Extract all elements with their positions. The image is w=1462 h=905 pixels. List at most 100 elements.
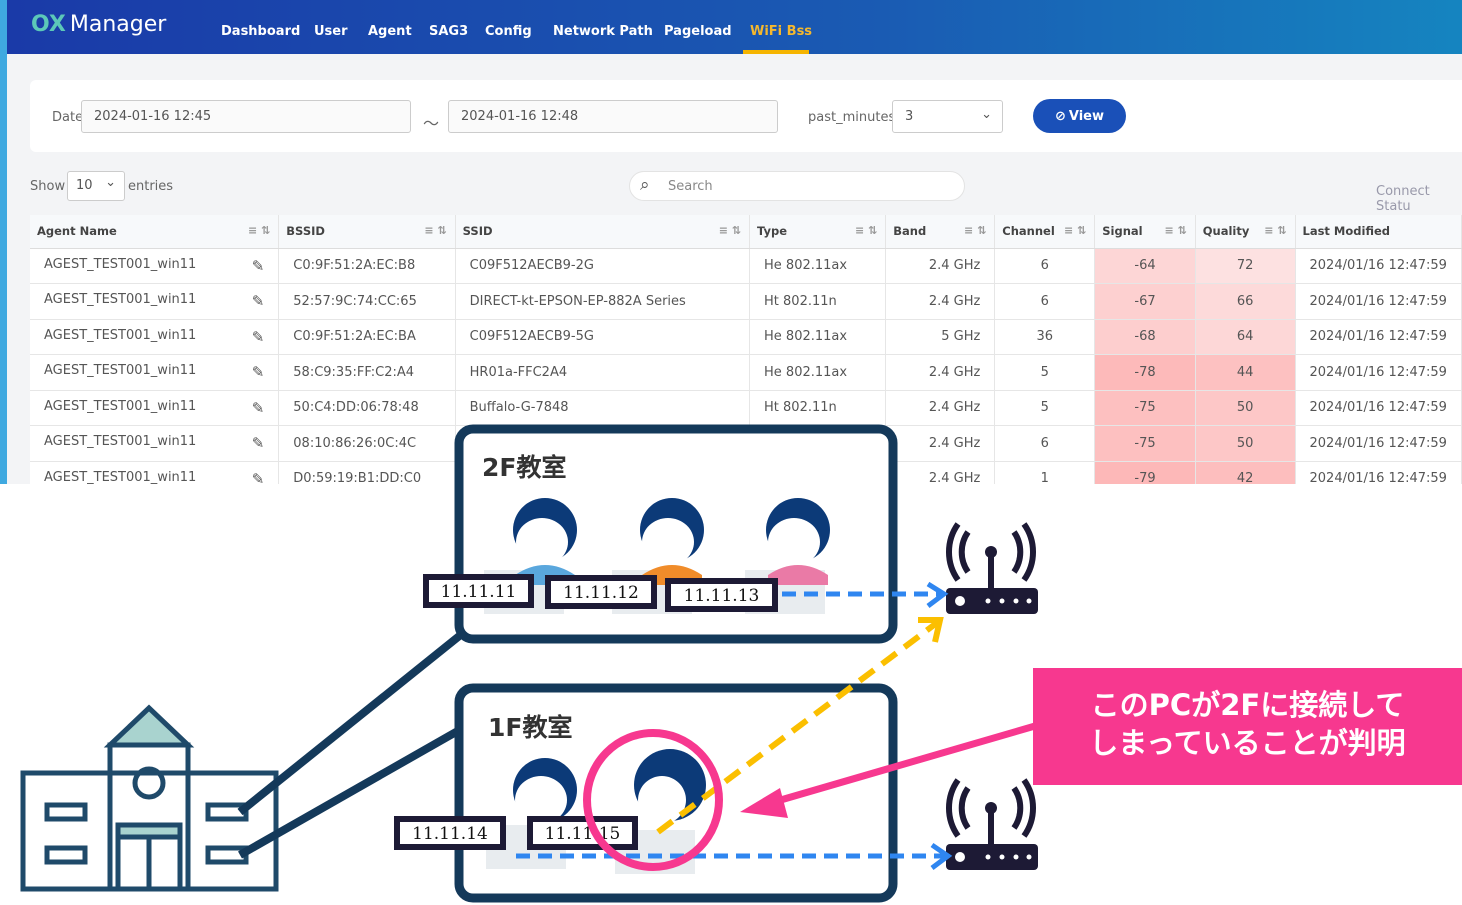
column-header[interactable]: Band ≡ ⇅ bbox=[885, 215, 996, 249]
column-header[interactable]: Agent Name ≡ ⇅ bbox=[30, 215, 280, 249]
table-row[interactable]: AGEST_TEST001_win11 ✎ D0:59:19:B1:DD:C0 2.4… bbox=[30, 461, 1462, 484]
table-cell: -75 bbox=[1094, 425, 1196, 462]
edit-icon[interactable]: ✎ bbox=[252, 328, 265, 346]
column-header[interactable]: Signal ≡ ⇅ bbox=[1094, 215, 1196, 249]
edit-icon[interactable]: ✎ bbox=[252, 363, 265, 381]
table-cell: 08:10:86:26:0C:4C bbox=[278, 425, 456, 462]
table-cell: 36 bbox=[994, 319, 1096, 355]
table-cell: 2.4 GHz bbox=[885, 354, 996, 391]
filter-sort-icon[interactable]: ≡ ⇅ bbox=[855, 224, 877, 237]
nav-agent[interactable]: Agent bbox=[368, 24, 412, 39]
table-cell: 5 GHz bbox=[885, 319, 996, 355]
cell-text: 2.4 GHz bbox=[928, 435, 981, 451]
table-cell: Ht 802.11n bbox=[749, 283, 887, 320]
edit-icon[interactable]: ✎ bbox=[252, 434, 265, 452]
table-row[interactable]: AGEST_TEST001_win11 ✎ 08:10:86:26:0C:4C 2.4… bbox=[30, 425, 1462, 462]
filter-sort-icon[interactable]: ≡ ⇅ bbox=[424, 224, 446, 237]
edit-icon[interactable]: ✎ bbox=[252, 257, 265, 275]
column-header[interactable]: BSSID ≡ ⇅ bbox=[278, 215, 456, 249]
table-cell: DIRECT-kt-EPSON-EP-882A Series bbox=[455, 283, 751, 320]
table-cell: 5 bbox=[994, 354, 1096, 391]
view-button[interactable]: ⊘ View bbox=[1033, 99, 1126, 133]
nav-user[interactable]: User bbox=[314, 24, 348, 39]
cell-text: AGEST_TEST001_win11 bbox=[44, 398, 197, 414]
student-icon bbox=[615, 749, 706, 874]
router-icon-2f bbox=[946, 522, 1038, 614]
nav-config[interactable]: Config bbox=[485, 24, 532, 39]
filter-sort-icon[interactable]: ≡ ⇅ bbox=[248, 224, 270, 237]
cell-text: AGEST_TEST001_win11 bbox=[44, 292, 197, 308]
table-cell: 2024/01/16 12:47:59 bbox=[1295, 319, 1462, 355]
cell-text: He 802.11ax bbox=[764, 258, 848, 274]
filter-sort-icon[interactable]: ≡ ⇅ bbox=[1064, 224, 1086, 237]
ip-label: 11.11.11 bbox=[423, 574, 534, 608]
cell-text: 2.4 GHz bbox=[928, 400, 981, 416]
ip-text: 11.11.13 bbox=[684, 586, 760, 606]
nav-wifi-bss[interactable]: WiFi Bss bbox=[750, 24, 812, 39]
table-cell: Ht 802.11n bbox=[749, 390, 887, 426]
column-header[interactable]: Quality ≡ ⇅ bbox=[1195, 215, 1296, 249]
ip-label: 11.11.14 bbox=[394, 816, 506, 850]
table-cell: 42 bbox=[1195, 461, 1296, 484]
filter-sort-icon[interactable]: ≡ ⇅ bbox=[719, 224, 741, 237]
cell-text: He 802.11ax bbox=[764, 364, 848, 380]
room-1f-label: 1F教室 bbox=[488, 713, 572, 742]
cell-text: 5 GHz bbox=[941, 329, 981, 345]
logo[interactable]: OX Manager bbox=[31, 12, 166, 37]
table-cell: 1 bbox=[994, 461, 1096, 484]
table-cell: AGEST_TEST001_win11 ✎ bbox=[30, 390, 280, 426]
cell-text: 42 bbox=[1236, 471, 1254, 484]
table-cell: 44 bbox=[1195, 354, 1296, 391]
filter-sort-icon[interactable]: ≡ ⇅ bbox=[1264, 224, 1286, 237]
table-cell: He 802.11ax bbox=[749, 354, 887, 391]
column-header[interactable]: Last Modified bbox=[1295, 215, 1462, 249]
cell-text: 2024/01/16 12:47:59 bbox=[1309, 435, 1447, 451]
ip-text: 11.11.14 bbox=[412, 824, 488, 844]
table-row[interactable]: AGEST_TEST001_win11 ✎ 50:C4:DD:06:78:48 Buf… bbox=[30, 390, 1462, 426]
cell-text: 36 bbox=[1036, 329, 1054, 345]
table-row[interactable]: AGEST_TEST001_win11 ✎ 58:C9:35:FF:C2:A4 HR0… bbox=[30, 354, 1462, 391]
table-cell: -79 bbox=[1094, 461, 1196, 484]
table-cell: AGEST_TEST001_win11 ✎ bbox=[30, 425, 280, 462]
column-header[interactable]: SSID ≡ ⇅ bbox=[455, 215, 751, 249]
date-to-input[interactable]: 2024-01-16 12:48 bbox=[448, 100, 778, 133]
callout-line-1: このPCが2Fに接続して bbox=[1090, 688, 1405, 722]
entries-select[interactable]: 10 ⌄ bbox=[67, 171, 125, 201]
filter-sort-icon[interactable]: ≡ ⇅ bbox=[964, 224, 986, 237]
cell-text: -67 bbox=[1134, 293, 1156, 309]
ip-text: 11.11.15 bbox=[545, 824, 621, 844]
past-minutes-select[interactable]: 3 ⌄ bbox=[892, 100, 1003, 133]
pink-pointer-arrow bbox=[740, 722, 1036, 818]
chevron-down-icon: ⌄ bbox=[981, 107, 992, 122]
nav-pageload[interactable]: Pageload bbox=[664, 24, 732, 39]
nav-sag3[interactable]: SAG3 bbox=[429, 24, 468, 39]
cell-text: 5 bbox=[1040, 364, 1049, 380]
column-header[interactable]: Channel ≡ ⇅ bbox=[994, 215, 1096, 249]
filter-sort-icon[interactable]: ≡ ⇅ bbox=[1164, 224, 1186, 237]
cell-text: -68 bbox=[1134, 329, 1156, 345]
nav-network-path[interactable]: Network Path bbox=[553, 24, 653, 39]
date-from-input[interactable]: 2024-01-16 12:45 bbox=[81, 100, 411, 133]
edit-icon[interactable]: ✎ bbox=[252, 470, 265, 484]
cell-text: Buffalo-G-7848 bbox=[469, 400, 569, 416]
edit-icon[interactable]: ✎ bbox=[252, 292, 265, 310]
table-cell: AGEST_TEST001_win11 ✎ bbox=[30, 461, 280, 484]
search-input[interactable]: ⌕ Search bbox=[629, 171, 965, 201]
cell-text: Ht 802.11n bbox=[764, 293, 837, 309]
nav-dashboard[interactable]: Dashboard bbox=[221, 24, 300, 39]
column-header[interactable]: Type ≡ ⇅ bbox=[749, 215, 887, 249]
table-row[interactable]: AGEST_TEST001_win11 ✎ C0:9F:51:2A:EC:BA C09… bbox=[30, 319, 1462, 355]
edit-icon[interactable]: ✎ bbox=[252, 399, 265, 417]
blue-arrow-1f bbox=[516, 842, 953, 870]
cell-text: C09F512AECB9-5G bbox=[469, 329, 594, 345]
table-cell: 50 bbox=[1195, 390, 1296, 426]
cell-text: 50:C4:DD:06:78:48 bbox=[293, 400, 419, 416]
table-row[interactable]: AGEST_TEST001_win11 ✎ C0:9F:51:2A:EC:B8 C09… bbox=[30, 248, 1462, 284]
table-cell: -75 bbox=[1094, 390, 1196, 426]
cell-text: AGEST_TEST001_win11 bbox=[44, 469, 197, 484]
table-cell: 2.4 GHz bbox=[885, 283, 996, 320]
table-row[interactable]: AGEST_TEST001_win11 ✎ 52:57:9C:74:CC:65 DIR… bbox=[30, 283, 1462, 320]
cell-text: AGEST_TEST001_win11 bbox=[44, 363, 197, 379]
ip-label: 11.11.12 bbox=[545, 575, 657, 609]
cell-text: 72 bbox=[1236, 258, 1254, 274]
